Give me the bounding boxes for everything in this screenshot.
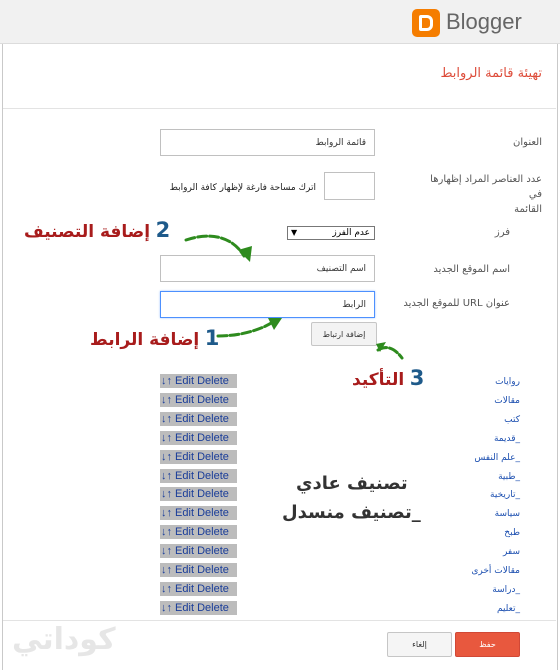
sort-select-value: عدم الفرز: [332, 228, 370, 238]
link-item-label[interactable]: _طبية: [498, 471, 520, 483]
count-label-line2: القائمة: [514, 204, 542, 215]
row-tools[interactable]: ↓↑ Edit Delete: [160, 487, 237, 501]
count-label: عدد العناصر المراد إظهارها في القائمة: [424, 172, 542, 217]
save-button[interactable]: حفظ: [455, 632, 520, 657]
row-tools[interactable]: ↓↑ Edit Delete: [160, 525, 237, 539]
row-tools[interactable]: ↓↑ Edit Delete: [160, 506, 237, 520]
row-tools[interactable]: ↓↑ Edit Delete: [160, 393, 237, 407]
row-tools[interactable]: ↓↑ Edit Delete: [160, 544, 237, 558]
chevron-down-icon: ▼: [291, 228, 298, 237]
row-tools[interactable]: ↓↑ Edit Delete: [160, 431, 237, 445]
row-tools[interactable]: ↓↑ Edit Delete: [160, 563, 237, 577]
link-item-label[interactable]: _علم النفس: [474, 452, 520, 464]
site-url-label: عنوان URL للموقع الجديد: [403, 298, 510, 309]
link-item-label[interactable]: _قديمة: [494, 433, 520, 445]
nested-category-note: _تصنيف منسدل: [282, 502, 421, 523]
count-hint: اترك مساحة فارغة لإظهار كافة الروابط: [169, 183, 316, 193]
annotation-step1: 1 إضافة الرابط: [90, 326, 219, 350]
row-tools[interactable]: ↓↑ Edit Delete: [160, 601, 237, 615]
step1-text: إضافة الرابط: [90, 330, 200, 350]
app-header: Blogger: [0, 0, 560, 44]
link-item-label[interactable]: _دراسة: [492, 584, 520, 596]
link-item-label[interactable]: سفر: [503, 546, 520, 558]
step3-number: 3: [409, 366, 425, 390]
annotation-step2: 2 إضافة التصنيف: [24, 218, 170, 242]
link-item-label[interactable]: _تاريخية: [490, 489, 520, 501]
step3-text: التأكيد: [352, 370, 405, 390]
blogger-logo-icon: [412, 9, 440, 37]
footer-divider: [3, 620, 556, 621]
row-tools[interactable]: ↓↑ Edit Delete: [160, 469, 237, 483]
count-input[interactable]: [324, 172, 375, 200]
link-item-label[interactable]: _تعليم: [497, 603, 520, 615]
count-label-line1: عدد العناصر المراد إظهارها في: [430, 174, 542, 200]
cancel-button[interactable]: إلغاء: [387, 632, 452, 657]
link-item-label[interactable]: كتب: [504, 414, 520, 426]
watermark: كوداتي: [12, 622, 116, 657]
row-tools[interactable]: ↓↑ Edit Delete: [160, 450, 237, 464]
step2-number: 2: [155, 218, 171, 242]
page-title: تهيئة قائمة الروابط: [440, 66, 542, 81]
add-link-button[interactable]: إضافة ارتباط: [311, 322, 377, 346]
brand-name: Blogger: [446, 9, 522, 34]
title-label: العنوان: [513, 137, 542, 148]
title-input[interactable]: قائمة الروابط: [160, 129, 375, 156]
link-item-label[interactable]: مقالات أخرى: [471, 565, 520, 577]
normal-category-note: تصنيف عادي: [296, 473, 408, 494]
row-tools[interactable]: ↓↑ Edit Delete: [160, 582, 237, 596]
row-tools[interactable]: ↓↑ Edit Delete: [160, 412, 237, 426]
link-item-label[interactable]: طبخ: [504, 527, 520, 539]
title-divider: [3, 108, 556, 109]
sort-label: فرز: [494, 227, 510, 238]
site-url-input[interactable]: الرابط: [160, 291, 375, 318]
site-name-input[interactable]: اسم التصنيف: [160, 255, 375, 282]
sort-select[interactable]: عدم الفرز ▼: [287, 226, 375, 240]
link-item-label[interactable]: سياسة: [495, 508, 520, 520]
step1-number: 1: [204, 326, 220, 350]
site-name-label: اسم الموقع الجديد: [433, 264, 510, 275]
step2-text: إضافة التصنيف: [24, 222, 151, 242]
link-item-label[interactable]: روايات: [495, 376, 520, 388]
annotation-step3: 3 التأكيد: [352, 366, 424, 390]
row-tools[interactable]: ↓↑ Edit Delete: [160, 374, 237, 388]
link-item-label[interactable]: مقالات: [494, 395, 520, 407]
